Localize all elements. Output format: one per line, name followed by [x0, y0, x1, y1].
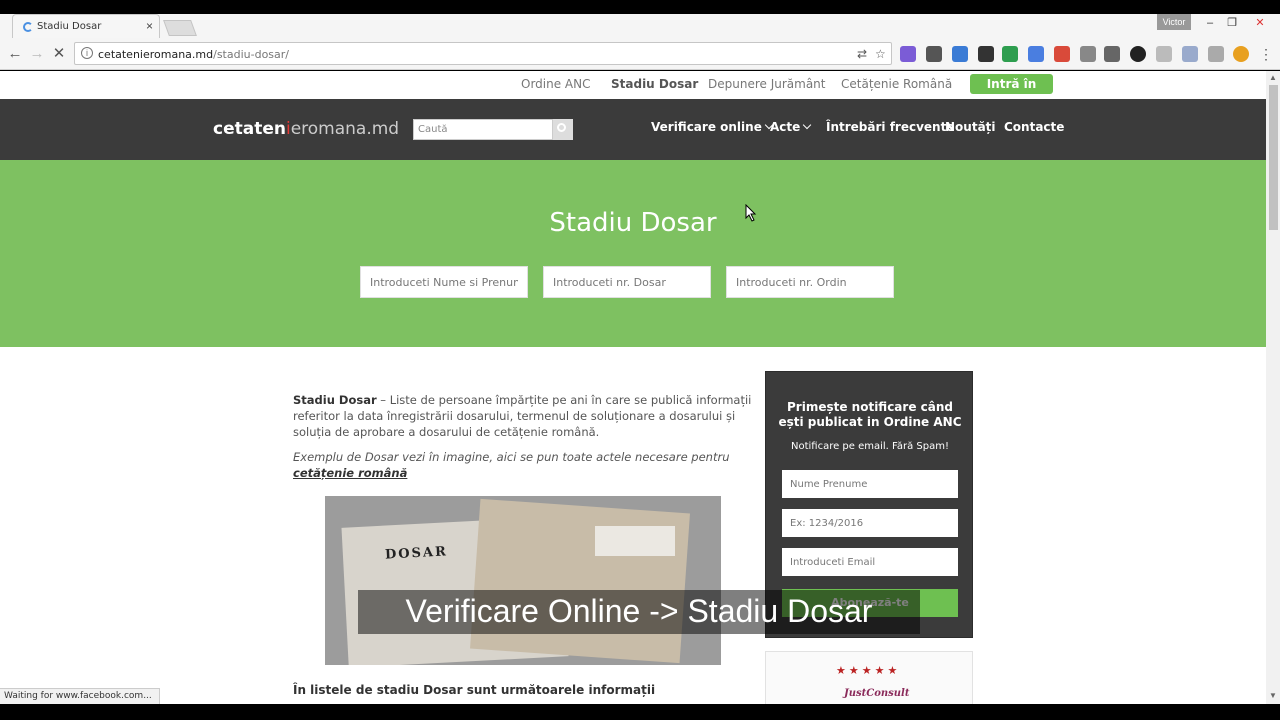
login-button[interactable]: Intră în cont	[970, 74, 1053, 111]
extension-icon[interactable]	[1002, 46, 1018, 62]
partner-logo[interactable]: ★★★★★ JustConsult	[765, 651, 973, 704]
extension-icon[interactable]	[926, 46, 942, 62]
pocket-icon[interactable]	[1104, 46, 1120, 62]
search-icon	[557, 123, 566, 132]
extension-icon[interactable]	[952, 46, 968, 62]
subscribe-email-field[interactable]	[782, 548, 958, 576]
chevron-down-icon	[803, 120, 812, 130]
mouse-cursor-icon	[745, 204, 757, 222]
scroll-down-icon[interactable]: ▼	[1269, 691, 1277, 700]
video-caption: Verificare Online -> Stadiu Dosar	[358, 590, 920, 634]
page-title: Stadiu Dosar	[549, 208, 717, 238]
url-text: cetatenieromana.md/stadiu-dosar/	[98, 48, 290, 61]
stop-icon[interactable]: ✕	[49, 44, 69, 64]
top-border	[0, 0, 1280, 14]
extension-icon[interactable]	[1182, 46, 1198, 62]
order-number-input[interactable]	[726, 266, 894, 298]
stars-icon: ★★★★★	[836, 665, 901, 677]
tab-close-button[interactable]: ×	[146, 19, 153, 33]
back-icon[interactable]: ←	[5, 44, 25, 64]
topnav-ordine-anc[interactable]: Ordine ANC	[521, 77, 591, 91]
name-search-input[interactable]	[360, 266, 528, 298]
subscribe-title: Primește notificare când ești publicat i…	[778, 400, 962, 429]
topnav-stadiu-dosar[interactable]: Stadiu Dosar	[611, 77, 698, 91]
site-header: cetatenieromana.md Caută Verificare onli…	[0, 99, 1266, 160]
nav-intrebari-frecvente[interactable]: Întrebări frecvente	[826, 120, 954, 134]
extension-icon[interactable]	[1028, 46, 1044, 62]
profile-badge[interactable]: Victor	[1157, 14, 1191, 30]
nav-contacte[interactable]: Contacte	[1004, 120, 1064, 134]
topnav-cetatenie-romana[interactable]: Cetățenie Română	[841, 77, 952, 91]
address-bar[interactable]: i cetatenieromana.md/stadiu-dosar/ ⇄ ☆	[74, 42, 892, 65]
dossier-photo: DOSAR	[325, 496, 721, 665]
subscribe-subtitle: Notificare pe email. Fără Spam!	[790, 441, 949, 452]
restore-button[interactable]: ❐	[1221, 14, 1243, 32]
bookmark-star-icon[interactable]: ☆	[875, 47, 886, 61]
nav-verificare-online[interactable]: Verificare online	[651, 120, 774, 134]
photo-label: DOSAR	[384, 544, 449, 563]
page-scrollbar[interactable]: ▲ ▼	[1266, 71, 1280, 704]
subscribe-name-field[interactable]	[782, 470, 958, 498]
hero-section: Stadiu Dosar	[0, 160, 1266, 347]
extension-icon[interactable]	[1208, 46, 1224, 62]
topnav-depunere-jurament[interactable]: Depunere Jurământ	[708, 77, 826, 91]
main-content: Stadiu Dosar – Liste de persoane împărți…	[293, 392, 755, 665]
nav-noutati[interactable]: Noutăți	[945, 120, 996, 134]
section-subheading: În listele de stadiu Dosar sunt următoar…	[293, 683, 656, 697]
extension-icon[interactable]	[1233, 46, 1249, 62]
bottom-border	[0, 704, 1280, 720]
extension-icon[interactable]	[1054, 46, 1070, 62]
extension-icon[interactable]	[1130, 46, 1146, 62]
checkmark-icon[interactable]	[1156, 46, 1172, 62]
citizenship-link[interactable]: cetățenie română	[293, 466, 407, 480]
extension-icon[interactable]	[978, 46, 994, 62]
loading-icon	[23, 22, 33, 32]
camera-icon[interactable]	[1080, 46, 1096, 62]
scrollbar-thumb[interactable]	[1269, 85, 1278, 230]
menu-icon[interactable]: ⋮	[1258, 46, 1274, 62]
browser-tab[interactable]: Stadiu Dosar ×	[12, 14, 160, 38]
subscribe-number-field[interactable]	[782, 509, 958, 537]
example-paragraph: Exemplu de Dosar vezi în imagine, aici s…	[293, 450, 730, 480]
tab-title: Stadiu Dosar	[37, 21, 102, 32]
window-close-button[interactable]: ✕	[1249, 14, 1271, 32]
status-bar: Waiting for www.facebook.com...	[0, 688, 160, 704]
dossier-number-input[interactable]	[543, 266, 711, 298]
minimize-button[interactable]: –	[1199, 14, 1221, 32]
partner-brand: JustConsult	[844, 688, 910, 699]
info-icon[interactable]: i	[81, 47, 93, 59]
top-navigation: Ordine ANC Stadiu Dosar Depunere Jurămân…	[0, 71, 1266, 111]
site-logo[interactable]: cetatenieromana.md	[213, 119, 399, 139]
browser-tabbar: Stadiu Dosar × Victor – ❐ ✕	[0, 0, 1280, 38]
intro-paragraph: Stadiu Dosar – Liste de persoane împărți…	[293, 393, 752, 439]
new-tab-button[interactable]	[163, 20, 197, 36]
search-input[interactable]: Caută	[413, 119, 553, 140]
extension-icon[interactable]	[900, 46, 916, 62]
nav-acte[interactable]: Acte	[770, 120, 812, 134]
search-button[interactable]	[553, 119, 573, 140]
scroll-up-icon[interactable]: ▲	[1269, 73, 1277, 82]
forward-icon[interactable]: →	[27, 44, 47, 64]
translate-icon[interactable]: ⇄	[857, 47, 867, 61]
